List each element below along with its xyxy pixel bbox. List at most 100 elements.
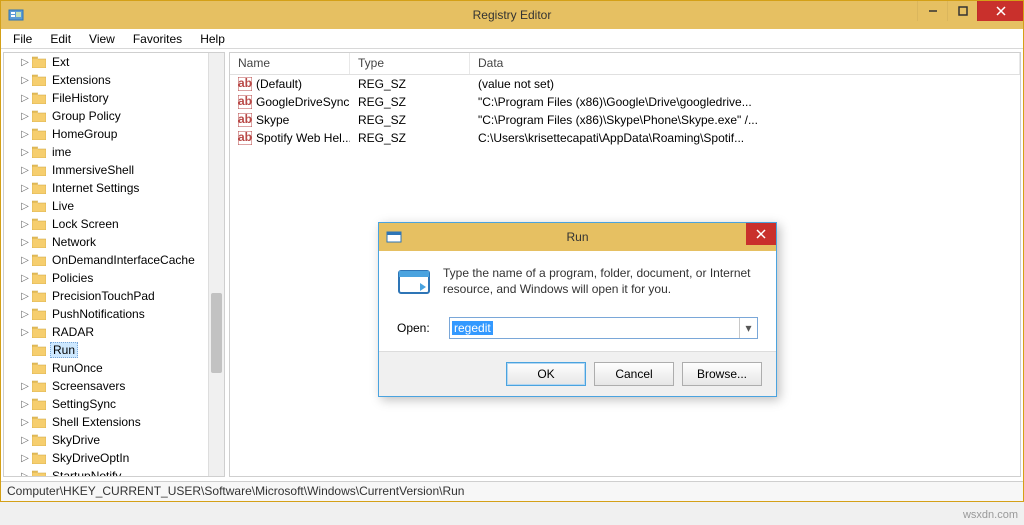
maximize-button[interactable] bbox=[947, 1, 977, 21]
tree-item[interactable]: ▷FileHistory bbox=[4, 89, 208, 107]
expand-icon[interactable]: ▷ bbox=[20, 453, 30, 464]
tree-item[interactable]: ▷Ext bbox=[4, 53, 208, 71]
tree-item-label: OnDemandInterfaceCache bbox=[50, 253, 197, 267]
run-large-icon bbox=[397, 265, 431, 299]
tree-item[interactable]: Run bbox=[4, 341, 208, 359]
tree-item[interactable]: ▷Group Policy bbox=[4, 107, 208, 125]
run-titlebar[interactable]: Run bbox=[379, 223, 776, 251]
tree-item[interactable]: ▷ StartupNotify bbox=[4, 467, 208, 476]
tree-item[interactable]: ▷SkyDrive bbox=[4, 431, 208, 449]
expand-icon[interactable]: ▷ bbox=[20, 129, 30, 140]
expand-icon[interactable]: ▷ bbox=[20, 111, 30, 122]
open-value[interactable]: regedit bbox=[452, 321, 493, 335]
tree-item-label: ime bbox=[50, 145, 73, 159]
cell-name: abSkype bbox=[230, 113, 350, 127]
expand-icon[interactable]: ▷ bbox=[20, 237, 30, 248]
expand-icon[interactable]: ▷ bbox=[20, 291, 30, 302]
folder-icon bbox=[32, 380, 46, 392]
browse-button[interactable]: Browse... bbox=[682, 362, 762, 386]
expand-icon[interactable]: ▷ bbox=[20, 471, 30, 477]
menu-edit[interactable]: Edit bbox=[42, 30, 79, 48]
expand-icon[interactable]: ▷ bbox=[20, 165, 30, 176]
ok-button[interactable]: OK bbox=[506, 362, 586, 386]
expand-icon[interactable]: ▷ bbox=[20, 327, 30, 338]
folder-icon bbox=[32, 308, 46, 320]
tree-item[interactable]: ▷Internet Settings bbox=[4, 179, 208, 197]
expand-icon[interactable]: ▷ bbox=[20, 219, 30, 230]
list-row[interactable]: abSkypeREG_SZ"C:\Program Files (x86)\Sky… bbox=[230, 111, 1020, 129]
tree-item-label: RADAR bbox=[50, 325, 96, 339]
tree-item-label: StartupNotify bbox=[50, 469, 123, 476]
folder-icon bbox=[32, 362, 46, 374]
tree-item-label: ImmersiveShell bbox=[50, 163, 136, 177]
close-button[interactable] bbox=[977, 1, 1023, 21]
menu-file[interactable]: File bbox=[5, 30, 40, 48]
expand-icon[interactable]: ▷ bbox=[20, 183, 30, 194]
cell-name: abSpotify Web Hel... bbox=[230, 131, 350, 145]
list-row[interactable]: abGoogleDriveSyncREG_SZ"C:\Program Files… bbox=[230, 93, 1020, 111]
tree-item-label: Screensavers bbox=[50, 379, 127, 393]
tree-pane[interactable]: ▷Ext▷Extensions▷FileHistory▷Group Policy… bbox=[3, 52, 225, 477]
list-row[interactable]: ab(Default)REG_SZ(value not set) bbox=[230, 75, 1020, 93]
open-combobox[interactable]: regedit ▾ bbox=[449, 317, 758, 339]
tree-item[interactable]: ▷Network bbox=[4, 233, 208, 251]
tree-item[interactable]: ▷Live bbox=[4, 197, 208, 215]
expand-icon[interactable]: ▷ bbox=[20, 75, 30, 86]
titlebar[interactable]: Registry Editor bbox=[1, 1, 1023, 29]
expand-icon[interactable]: ▷ bbox=[20, 201, 30, 212]
tree-item[interactable]: ▷SettingSync bbox=[4, 395, 208, 413]
tree-item[interactable]: ▷Shell Extensions bbox=[4, 413, 208, 431]
string-value-icon: ab bbox=[238, 131, 252, 145]
tree-item-label: SkyDriveOptIn bbox=[50, 451, 131, 465]
column-data[interactable]: Data bbox=[470, 53, 1020, 74]
expand-icon[interactable]: ▷ bbox=[20, 57, 30, 68]
expand-icon[interactable]: ▷ bbox=[20, 147, 30, 158]
tree-item-label: Run bbox=[50, 342, 78, 358]
column-name[interactable]: Name bbox=[230, 53, 350, 74]
column-type[interactable]: Type bbox=[350, 53, 470, 74]
tree-item[interactable]: ▷Lock Screen bbox=[4, 215, 208, 233]
cell-data: "C:\Program Files (x86)\Skype\Phone\Skyp… bbox=[470, 113, 1020, 127]
tree-item[interactable]: ▷ ime bbox=[4, 143, 208, 161]
expand-icon[interactable]: ▷ bbox=[20, 435, 30, 446]
tree-item[interactable]: ▷ PushNotifications bbox=[4, 305, 208, 323]
minimize-button[interactable] bbox=[917, 1, 947, 21]
menu-help[interactable]: Help bbox=[192, 30, 233, 48]
expand-icon[interactable]: ▷ bbox=[20, 273, 30, 284]
expand-icon[interactable]: ▷ bbox=[20, 93, 30, 104]
tree-item-label: Policies bbox=[50, 271, 95, 285]
folder-icon bbox=[32, 56, 46, 68]
chevron-down-icon[interactable]: ▾ bbox=[739, 318, 757, 338]
menu-favorites[interactable]: Favorites bbox=[125, 30, 190, 48]
folder-icon bbox=[32, 452, 46, 464]
folder-icon bbox=[32, 272, 46, 284]
tree-item-label: PrecisionTouchPad bbox=[50, 289, 157, 303]
tree-item[interactable]: ▷ OnDemandInterfaceCache bbox=[4, 251, 208, 269]
list-row[interactable]: abSpotify Web Hel...REG_SZC:\Users\krise… bbox=[230, 129, 1020, 147]
expand-icon[interactable]: ▷ bbox=[20, 255, 30, 266]
tree-scrollbar[interactable] bbox=[208, 53, 224, 476]
expand-icon[interactable]: ▷ bbox=[20, 417, 30, 428]
tree-item-label: PushNotifications bbox=[50, 307, 147, 321]
tree-item[interactable]: ▷ SkyDriveOptIn bbox=[4, 449, 208, 467]
window-title: Registry Editor bbox=[1, 8, 1023, 22]
expand-icon[interactable]: ▷ bbox=[20, 381, 30, 392]
tree-item[interactable]: ▷ RADAR bbox=[4, 323, 208, 341]
tree-item[interactable]: ▷HomeGroup bbox=[4, 125, 208, 143]
expand-icon[interactable]: ▷ bbox=[20, 309, 30, 320]
tree-item[interactable]: ▷ Policies bbox=[4, 269, 208, 287]
run-close-button[interactable] bbox=[746, 223, 776, 245]
tree-item[interactable]: ▷ PrecisionTouchPad bbox=[4, 287, 208, 305]
tree-item[interactable]: ▷ Screensavers bbox=[4, 377, 208, 395]
menu-view[interactable]: View bbox=[81, 30, 123, 48]
tree-item[interactable]: ▷Extensions bbox=[4, 71, 208, 89]
status-bar: Computer\HKEY_CURRENT_USER\Software\Micr… bbox=[1, 481, 1023, 501]
expand-icon[interactable]: ▷ bbox=[20, 399, 30, 410]
tree-item[interactable]: ▷ ImmersiveShell bbox=[4, 161, 208, 179]
run-dialog: Run Type the name of a program, folder, … bbox=[378, 222, 777, 397]
folder-icon bbox=[32, 434, 46, 446]
scroll-thumb[interactable] bbox=[211, 293, 222, 373]
tree-item[interactable]: RunOnce bbox=[4, 359, 208, 377]
cancel-button[interactable]: Cancel bbox=[594, 362, 674, 386]
svg-text:ab: ab bbox=[238, 113, 252, 126]
